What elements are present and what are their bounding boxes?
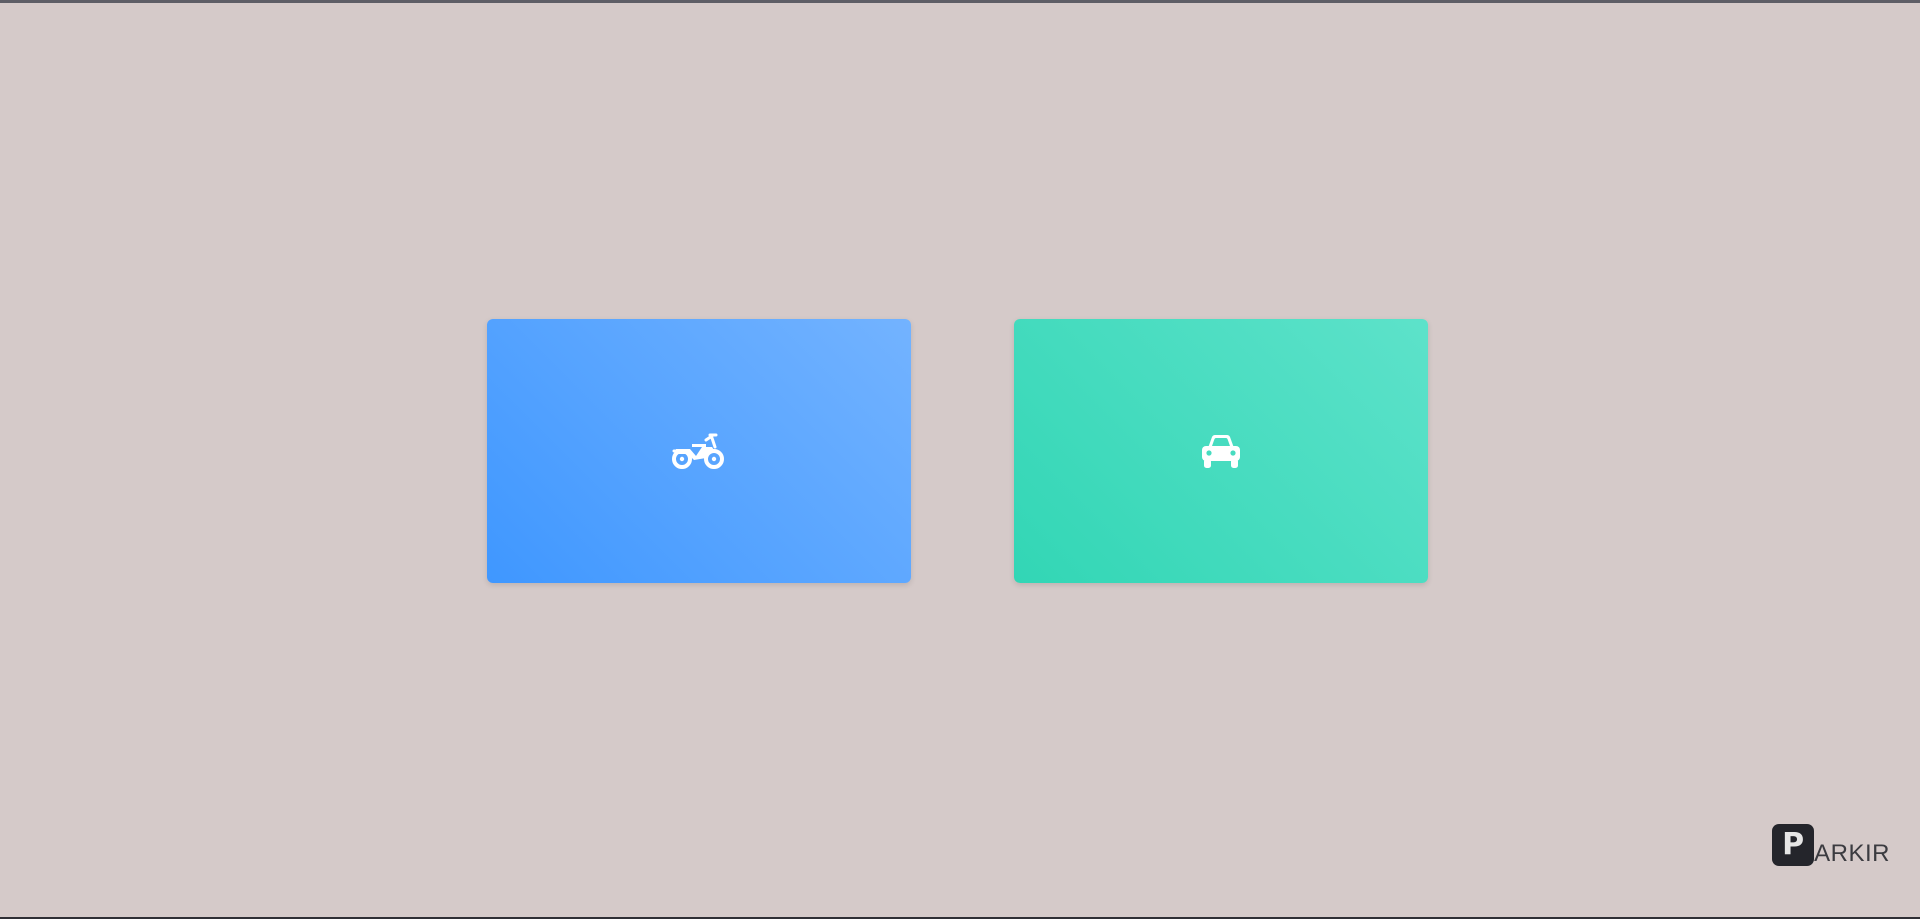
car-card[interactable] xyxy=(1014,319,1428,583)
top-border xyxy=(0,0,1920,3)
parking-logo-icon: P xyxy=(1772,824,1815,866)
brand-name: ARKIR xyxy=(1814,840,1890,867)
brand-logo: P ARKIR xyxy=(1772,824,1890,866)
car-icon xyxy=(1200,433,1242,469)
motorcycle-icon xyxy=(672,432,726,470)
motorcycle-card[interactable] xyxy=(487,319,911,583)
